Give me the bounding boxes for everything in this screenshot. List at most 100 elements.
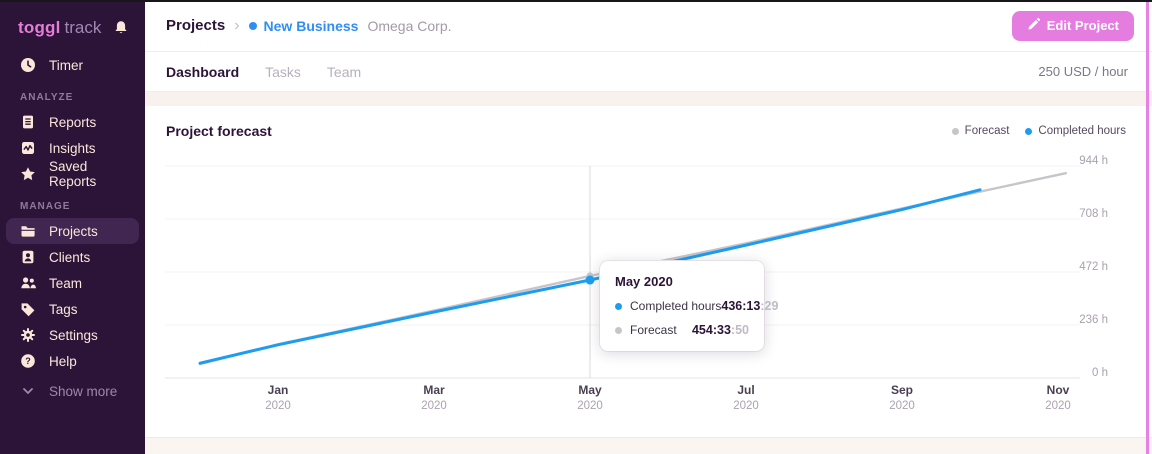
- tooltip-value-seconds: :50: [730, 323, 749, 337]
- chart-legend: Forecast Completed hours: [951, 125, 1126, 137]
- x-axis-year: 2020: [265, 400, 291, 412]
- client-badge-icon: [20, 249, 36, 265]
- legend-item-forecast[interactable]: Forecast: [951, 125, 1010, 137]
- svg-text:?: ?: [25, 356, 31, 366]
- sidebar-item-label: Show more: [49, 383, 118, 399]
- bottom-band: [145, 437, 1152, 454]
- tooltip-value-seconds: :29: [760, 299, 779, 313]
- notification-bell-icon[interactable]: [113, 20, 129, 36]
- x-axis-year: 2020: [889, 400, 915, 412]
- breadcrumb-client-name: Omega Corp.: [367, 17, 452, 34]
- legend-label: Completed hours: [1038, 125, 1126, 137]
- breadcrumb-project-name[interactable]: New Business: [264, 18, 359, 34]
- y-axis-label: 472 h: [1079, 261, 1108, 273]
- sidebar-item-insights[interactable]: Insights: [6, 135, 139, 161]
- sidebar-item-saved-reports[interactable]: Saved Reports: [6, 159, 139, 189]
- sidebar-item-tags[interactable]: Tags: [6, 296, 139, 322]
- completed-hours-dot-icon: [1025, 127, 1033, 135]
- reports-icon: [20, 114, 36, 130]
- sidebar-item-reports[interactable]: Reports: [6, 109, 139, 135]
- chart-title: Project forecast: [166, 123, 272, 139]
- forecast-dot-icon: [615, 326, 622, 334]
- window-right-accent: [1146, 0, 1149, 454]
- sidebar-item-label: Clients: [49, 249, 91, 265]
- y-axis-label: 944 h: [1079, 155, 1108, 167]
- legend-item-completed-hours[interactable]: Completed hours: [1025, 125, 1126, 137]
- x-axis-year: 2020: [421, 400, 447, 412]
- sidebar-section-analyze: ANALYZE: [20, 92, 74, 103]
- gear-icon: [20, 327, 36, 343]
- x-axis-month: Nov: [1047, 383, 1070, 397]
- edit-project-label: Edit Project: [1046, 18, 1119, 33]
- sidebar-item-label: Projects: [49, 223, 98, 239]
- logo-toggl: toggl: [18, 18, 61, 37]
- chevron-down-icon: [20, 383, 36, 399]
- tab-tasks[interactable]: Tasks: [265, 64, 301, 80]
- star-icon: [20, 166, 36, 182]
- tooltip-value: 454:33: [691, 323, 731, 337]
- sidebar-nav: Timer ANALYZE Reports Insights Saved Rep…: [0, 52, 145, 404]
- breadcrumb-chevron-icon: ›: [234, 16, 240, 34]
- x-axis-year: 2020: [733, 400, 759, 412]
- x-axis-month: Jul: [737, 383, 754, 397]
- clock-icon: [20, 57, 36, 73]
- logo[interactable]: toggl track: [0, 0, 145, 44]
- sidebar-item-clients[interactable]: Clients: [6, 244, 139, 270]
- tooltip-label: Completed hours: [630, 299, 722, 313]
- sidebar-item-team[interactable]: Team: [6, 270, 139, 296]
- forecast-card-header: Project forecast Forecast Completed hour…: [145, 106, 1152, 139]
- help-icon: ?: [20, 353, 36, 369]
- x-axis-month: Sep: [891, 383, 913, 397]
- logo-track: track: [64, 18, 102, 37]
- completed-hours-dot-icon: [615, 302, 622, 310]
- tooltip-row-forecast: Forecast 454:33:50: [615, 323, 749, 337]
- hover-point-completed-hours: [585, 275, 595, 285]
- page-header: Projects › New Business Omega Corp. Edit…: [145, 0, 1152, 52]
- tooltip-label: Forecast: [630, 323, 677, 337]
- sidebar-item-label: Timer: [49, 57, 83, 73]
- tooltip-row-completed: Completed hours 436:13:29: [615, 299, 778, 313]
- y-axis-label: 708 h: [1079, 208, 1108, 220]
- breadcrumb-projects-link[interactable]: Projects: [166, 17, 225, 34]
- tooltip-value: 436:13: [721, 299, 761, 313]
- tab-dashboard[interactable]: Dashboard: [166, 64, 239, 80]
- sidebar-item-label: Team: [49, 275, 83, 291]
- x-axis-month: Jan: [268, 383, 289, 397]
- forecast-dot-icon: [951, 127, 959, 135]
- tooltip-title: May 2020: [615, 274, 673, 289]
- sidebar-item-timer[interactable]: Timer: [6, 52, 139, 78]
- sidebar-item-projects[interactable]: Projects: [6, 218, 139, 244]
- edit-project-button[interactable]: Edit Project: [1011, 10, 1134, 41]
- sidebar: toggl track Timer ANALYZE Reports Insigh…: [0, 0, 145, 454]
- forecast-card: Project forecast Forecast Completed hour…: [145, 106, 1152, 437]
- sidebar-item-label: Insights: [49, 140, 96, 156]
- folder-icon: [20, 223, 36, 239]
- sidebar-item-settings[interactable]: Settings: [6, 322, 139, 348]
- chart-tooltip: May 2020 Completed hours 436:13:29 Forec…: [600, 261, 778, 351]
- sidebar-item-label: Tags: [49, 301, 78, 317]
- sidebar-item-label: Reports: [49, 114, 97, 130]
- project-color-dot: [248, 21, 257, 30]
- pencil-icon: [1027, 17, 1040, 34]
- sidebar-item-label: Settings: [49, 327, 98, 343]
- y-axis-label: 236 h: [1079, 314, 1108, 326]
- sidebar-item-label: Saved Reports: [49, 159, 97, 189]
- x-axis-year: 2020: [1045, 400, 1071, 412]
- app-window: toggl track Timer ANALYZE Reports Insigh…: [0, 0, 1152, 454]
- tag-icon: [20, 301, 36, 317]
- legend-label: Forecast: [964, 125, 1010, 137]
- sidebar-section-manage: MANAGE: [20, 201, 71, 212]
- tabs-bar: Dashboard Tasks Team 250 USD / hour: [145, 52, 1152, 92]
- x-axis-year: 2020: [577, 400, 603, 412]
- window-top-border: [0, 0, 1152, 2]
- x-axis-month: May: [578, 383, 602, 397]
- sidebar-item-label: Help: [49, 353, 77, 369]
- x-axis-month: Mar: [423, 383, 445, 397]
- tab-team[interactable]: Team: [327, 64, 361, 80]
- content-gap-band: [145, 92, 1152, 106]
- sidebar-item-show-more[interactable]: Show more: [6, 378, 139, 404]
- sidebar-item-help[interactable]: ? Help: [6, 348, 139, 374]
- billable-rate: 250 USD / hour: [1038, 64, 1128, 79]
- insights-icon: [20, 140, 36, 156]
- main-area: Projects › New Business Omega Corp. Edit…: [145, 0, 1152, 454]
